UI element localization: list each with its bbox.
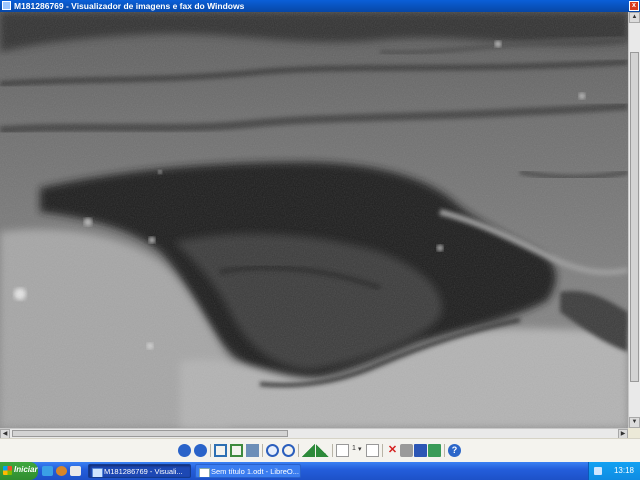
image-view[interactable] [0, 12, 628, 428]
scroll-up-button[interactable]: ▲ [629, 12, 640, 23]
taskbar-item-label: M181286769 - Visuali... [104, 467, 183, 476]
start-label: Iniciar [14, 465, 38, 474]
vertical-scroll-thumb[interactable] [630, 52, 639, 382]
delete-icon[interactable]: ✕ [386, 444, 399, 457]
window-title: M181286769 - Visualizador de imagens e f… [14, 1, 245, 11]
lunar-crater-image [0, 12, 628, 428]
horizontal-scroll-thumb[interactable] [12, 430, 288, 437]
print-button[interactable] [400, 444, 413, 457]
rotate-counterclockwise-button[interactable] [316, 444, 329, 457]
help-icon[interactable]: ? [448, 444, 461, 457]
zoom-in-button[interactable] [266, 444, 279, 457]
zoom-out-button[interactable] [282, 444, 295, 457]
save-button[interactable] [414, 444, 427, 457]
taskbar-item-writer[interactable]: Sem título 1.odt - LibreO... [195, 464, 301, 478]
quicklaunch-icon[interactable] [56, 466, 67, 476]
actual-size-button[interactable] [230, 444, 243, 457]
clock[interactable]: 13:18 [614, 466, 634, 475]
document-icon [199, 468, 210, 477]
scroll-down-button[interactable]: ▼ [629, 417, 640, 428]
rotate-clockwise-button[interactable] [302, 444, 315, 457]
page-indicator[interactable]: 1 [352, 445, 356, 452]
previous-image-button[interactable] [178, 444, 191, 457]
close-button[interactable]: x [629, 1, 639, 11]
previous-page-button[interactable] [336, 444, 349, 457]
taskbar-item-label: Sem título 1.odt - LibreO... [211, 467, 299, 476]
page-dropdown-icon[interactable]: ▾ [358, 445, 362, 453]
best-fit-button[interactable] [214, 444, 227, 457]
next-page-button[interactable] [366, 444, 379, 457]
slideshow-button[interactable] [246, 444, 259, 457]
horizontal-scrollbar[interactable]: ◀ ▶ [0, 428, 628, 439]
title-bar[interactable]: M181286769 - Visualizador de imagens e f… [0, 0, 640, 12]
taskbar: Iniciar M181286769 - Visuali... Sem títu… [0, 462, 640, 480]
app-icon [2, 1, 11, 10]
open-editor-button[interactable] [428, 444, 441, 457]
scrollbar-corner [628, 428, 640, 438]
vertical-scrollbar[interactable]: ▲ ▼ [628, 12, 640, 428]
tray-icon[interactable] [594, 467, 602, 475]
windows-logo-icon [3, 466, 12, 475]
taskbar-item-viewer[interactable]: M181286769 - Visuali... [88, 464, 191, 478]
viewer-toolbar: 1 ▾ ✕ ? [0, 438, 640, 462]
system-tray: 13:18 [588, 462, 640, 480]
quicklaunch-icon[interactable] [70, 466, 81, 476]
start-button[interactable]: Iniciar [0, 462, 38, 480]
next-image-button[interactable] [194, 444, 207, 457]
viewer-app-icon [92, 468, 103, 477]
quicklaunch-icon[interactable] [42, 466, 53, 476]
